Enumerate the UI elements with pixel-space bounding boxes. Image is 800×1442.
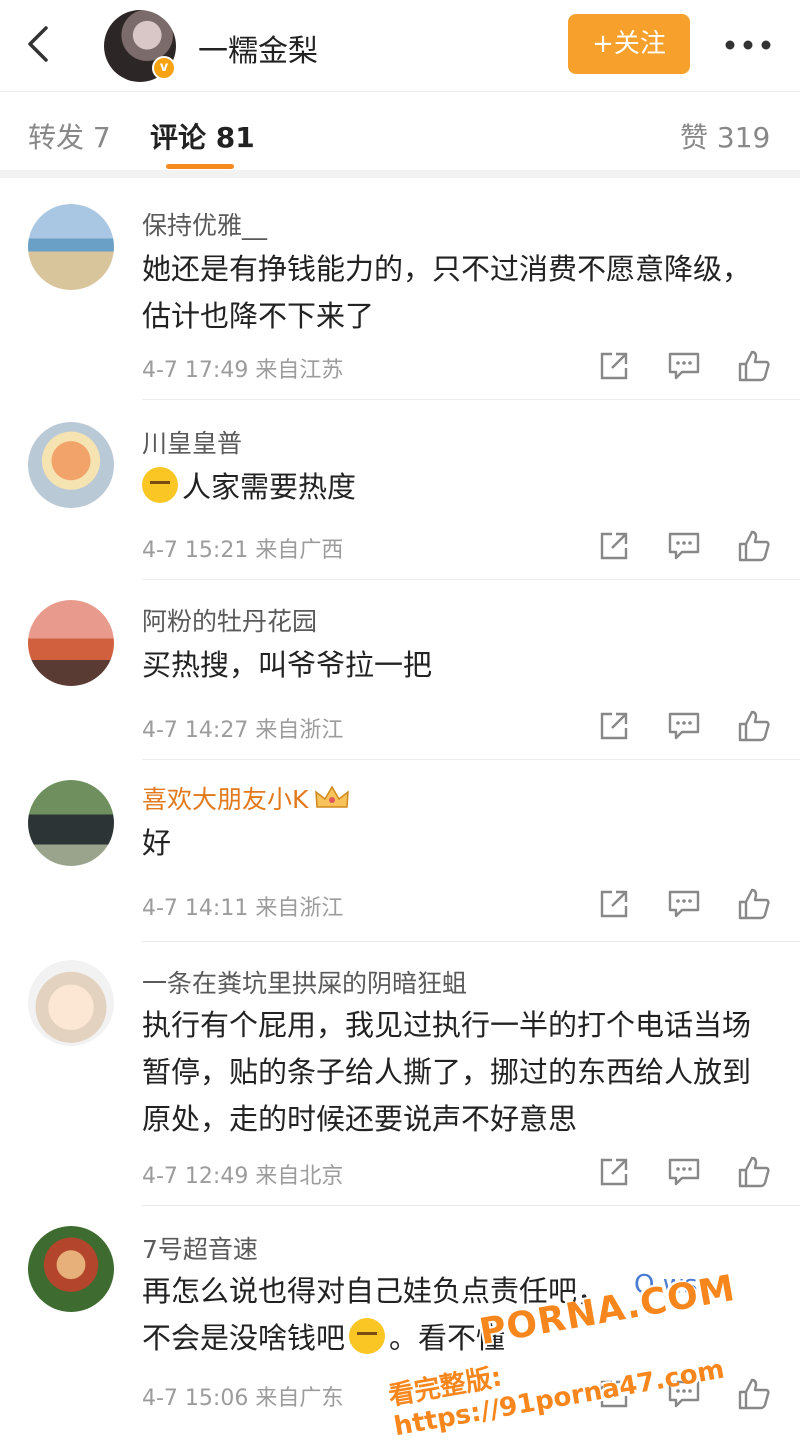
comment-item: 阿粉的牡丹花园 买热搜，叫爷爷拉一把 4-7 14:27 来自浙江 <box>0 580 800 760</box>
tab-bar: 转发 7 评论 81 赞 319 <box>0 92 800 178</box>
top-bar: v 一糯金梨 +关注 <box>0 0 800 92</box>
comment-actions <box>596 708 776 748</box>
profile-name[interactable]: 一糯金梨 <box>198 26 318 70</box>
comment-username[interactable]: 阿粉的牡丹花园 <box>142 602 317 638</box>
crying-emoji-icon <box>142 467 178 503</box>
tab-comments[interactable]: 评论 81 <box>150 116 255 156</box>
comment-text: 好 <box>142 826 172 860</box>
avatar[interactable] <box>28 600 114 686</box>
comment-meta: 4-7 15:21 来自广西 <box>142 538 344 563</box>
comment-meta: 4-7 12:49 来自北京 <box>142 1164 344 1189</box>
avatar[interactable] <box>28 422 114 508</box>
share-icon[interactable] <box>596 708 632 744</box>
comment-meta: 4-7 14:27 来自浙江 <box>142 718 344 743</box>
comment-item: 川皇皇普 人家需要热度 4-7 15:21 来自广西 <box>0 400 800 580</box>
comment-icon[interactable] <box>666 348 702 384</box>
avatar[interactable] <box>28 204 114 290</box>
verified-badge: v <box>152 56 176 80</box>
comment-text: 人家需要热度 <box>142 464 762 511</box>
comment-list: 保持优雅__ 她还是有挣钱能力的，只不过消费不愿意降级，估计也降不下来了 4-7… <box>0 186 800 1428</box>
comment-icon[interactable] <box>666 528 702 564</box>
comment-username[interactable]: 喜欢大朋友小K <box>142 780 350 816</box>
comment-text: 买热搜，叫爷爷拉一把 <box>142 648 433 682</box>
share-icon[interactable] <box>596 886 632 922</box>
comment-username[interactable]: 保持优雅__ <box>142 206 267 242</box>
comment-username[interactable]: 一条在粪坑里拱屎的阴暗狂蛆 <box>142 964 467 1000</box>
comment-icon[interactable] <box>666 886 702 922</box>
avatar[interactable] <box>28 960 114 1046</box>
like-icon[interactable] <box>736 528 772 564</box>
comment-actions <box>596 528 776 568</box>
comment-meta: 4-7 15:06 来自广东 <box>142 1386 344 1411</box>
comment-item: 保持优雅__ 她还是有挣钱能力的，只不过消费不愿意降级，估计也降不下来了 4-7… <box>0 186 800 400</box>
comment-actions <box>596 348 776 388</box>
share-icon[interactable] <box>596 528 632 564</box>
comment-item: 一条在粪坑里拱屎的阴暗狂蛆 执行有个屁用，我见过执行一半的打个电话当场暂停，贴的… <box>0 942 800 1206</box>
avatar[interactable] <box>28 780 114 866</box>
like-icon[interactable] <box>736 886 772 922</box>
comment-text: 她还是有挣钱能力的，只不过消费不愿意降级，估计也降不下来了 <box>142 252 752 333</box>
comment-meta: 4-7 14:11 来自浙江 <box>142 896 344 921</box>
comment-username[interactable]: 7号超音速 <box>142 1230 258 1266</box>
share-icon[interactable] <box>596 348 632 384</box>
follow-button[interactable]: +关注 <box>568 14 690 74</box>
dizzy-emoji-icon <box>349 1318 386 1354</box>
comment-actions <box>596 1154 776 1194</box>
like-icon[interactable] <box>736 1154 772 1190</box>
tab-repost[interactable]: 转发 7 <box>28 116 111 156</box>
like-icon[interactable] <box>736 708 772 744</box>
comment-username[interactable]: 川皇皇普 <box>142 424 242 460</box>
chevron-left-icon[interactable] <box>20 24 60 64</box>
active-tab-indicator <box>166 164 234 169</box>
comment-meta: 4-7 17:49 来自江苏 <box>142 358 344 383</box>
comment-icon[interactable] <box>666 1154 702 1190</box>
comment-actions <box>596 886 776 926</box>
share-icon[interactable] <box>596 1154 632 1190</box>
comment-text: 执行有个屁用，我见过执行一半的打个电话当场暂停，贴的条子给人撕了，挪过的东西给人… <box>142 1008 752 1136</box>
crown-badge-icon <box>315 785 350 808</box>
comment-item: 喜欢大朋友小K 好 4-7 14:11 来自浙江 <box>0 760 800 942</box>
comment-icon[interactable] <box>666 708 702 744</box>
tab-likes[interactable]: 赞 319 <box>680 116 770 156</box>
avatar[interactable] <box>28 1226 114 1312</box>
like-icon[interactable] <box>736 348 772 384</box>
more-dots-icon[interactable] <box>722 30 774 60</box>
